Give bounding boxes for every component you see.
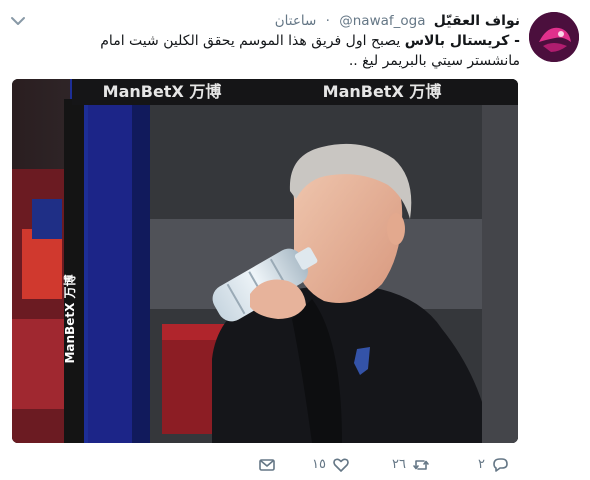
separator: · xyxy=(325,13,330,29)
chevron-down-icon[interactable] xyxy=(10,12,26,25)
tweet-card[interactable]: نواف العقيّل @nawaf_oga · ساعتان - كريست… xyxy=(0,0,590,480)
reply-icon xyxy=(491,456,509,474)
envelope-icon xyxy=(258,456,276,474)
vertical-sponsor-text: ManBetX 万博 xyxy=(62,274,77,363)
display-name[interactable]: نواف العقيّل xyxy=(434,11,520,31)
like-count: ١٥ xyxy=(312,457,326,472)
heart-icon xyxy=(332,456,350,474)
tweet-photo[interactable]: ManBetX 万博 ManBetX 万博 ManBetX 万博 xyxy=(12,79,518,443)
reply-count: ٢ xyxy=(478,457,485,472)
reply-button[interactable]: ٢ xyxy=(478,450,509,480)
action-bar: ٢ ٢٦ ١٥ xyxy=(0,450,590,480)
user-handle[interactable]: @nawaf_oga xyxy=(339,11,425,31)
top-sponsor-text-2: ManBetX 万博 xyxy=(323,82,442,101)
timestamp[interactable]: ساعتان xyxy=(275,11,317,31)
avatar[interactable] xyxy=(529,12,579,62)
tweet-text-bold: - كريستال بالاس xyxy=(404,33,520,49)
retweet-count: ٢٦ xyxy=(392,457,406,472)
tweet-header: نواف العقيّل @nawaf_oga · ساعتان xyxy=(275,11,520,31)
tweet-text: - كريستال بالاس يصبح اول فريق هذا الموسم… xyxy=(50,31,520,71)
direct-message-button[interactable] xyxy=(258,450,276,480)
top-sponsor-text-1: ManBetX 万博 xyxy=(103,82,222,101)
retweet-button[interactable]: ٢٦ xyxy=(392,450,430,480)
like-button[interactable]: ١٥ xyxy=(312,450,350,480)
retweet-icon xyxy=(412,456,430,474)
